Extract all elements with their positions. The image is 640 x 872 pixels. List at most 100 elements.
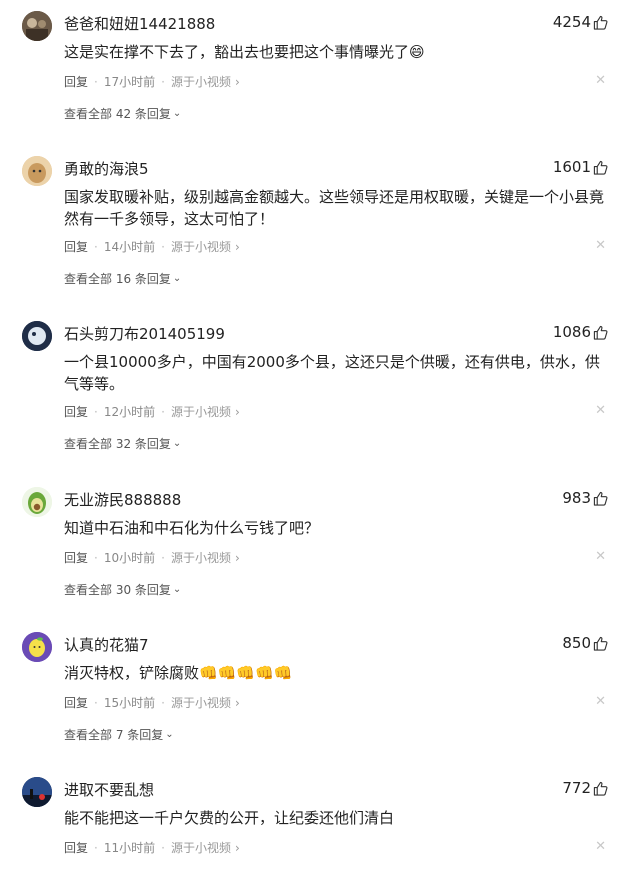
comment-meta: 回复 · 10小时前 · 源于小视频 ›	[64, 549, 240, 566]
comment-time: 14小时前	[103, 240, 156, 254]
separator-dot: ·	[94, 239, 98, 254]
reply-button[interactable]: 回复	[64, 238, 88, 255]
avatar[interactable]	[22, 777, 52, 807]
view-replies-button[interactable]: 查看全部 32 条回复 ⌄	[64, 435, 181, 452]
thumbs-up-icon	[593, 781, 608, 796]
comment-meta: 回复 · 12小时前 · 源于小视频 ›	[64, 403, 240, 420]
chevron-right-icon: ›	[234, 74, 240, 89]
like-count: 4254	[552, 13, 591, 31]
reply-button[interactable]: 回复	[64, 549, 88, 566]
chevron-right-icon: ›	[234, 695, 240, 710]
avatar[interactable]	[22, 632, 52, 662]
thumbs-up-icon	[593, 491, 608, 506]
view-replies-button[interactable]: 查看全部 7 条回复 ⌄	[64, 726, 174, 743]
separator-dot: ·	[161, 550, 165, 565]
separator-dot: ·	[94, 550, 98, 565]
separator-dot: ·	[94, 840, 98, 855]
like-button[interactable]: 850	[562, 634, 608, 652]
view-replies-button[interactable]: 查看全部 30 条回复 ⌄	[64, 581, 181, 598]
close-icon[interactable]: ✕	[595, 839, 606, 854]
chevron-down-icon: ⌄	[172, 273, 182, 284]
username[interactable]: 爸爸和妞妞14421888	[64, 13, 215, 34]
comment-text: 一个县10000多户，中国有2000多个县，这还只是个供暖，还有供电，供水，供气…	[64, 353, 600, 393]
source-link[interactable]: 源于小视频	[171, 549, 231, 566]
username[interactable]: 勇敢的海浪5	[64, 158, 149, 179]
separator-dot: ·	[161, 695, 165, 710]
thumbs-up-icon	[593, 636, 608, 651]
comment-meta: 回复 · 15小时前 · 源于小视频 ›	[64, 694, 240, 711]
reply-button[interactable]: 回复	[64, 403, 88, 420]
user-photo-icon	[22, 777, 52, 807]
chevron-right-icon: ›	[234, 404, 240, 419]
chevron-right-icon: ›	[234, 840, 240, 855]
like-count: 1601	[552, 158, 591, 176]
close-icon[interactable]: ✕	[595, 73, 606, 88]
source-link[interactable]: 源于小视频	[171, 238, 231, 255]
reply-button[interactable]: 回复	[64, 839, 88, 856]
comment-text: 这是实在撑不下去了，豁出去也要把这个事情曝光了😄	[64, 43, 425, 61]
view-replies-button[interactable]: 查看全部 16 条回复 ⌄	[64, 270, 181, 287]
close-icon[interactable]: ✕	[595, 403, 606, 418]
source-link[interactable]: 源于小视频	[171, 403, 231, 420]
source-link[interactable]: 源于小视频	[171, 839, 231, 856]
lemon-icon	[22, 632, 52, 662]
thumbs-up-icon	[593, 325, 608, 340]
chevron-down-icon: ⌄	[172, 438, 182, 449]
comment-time: 10小时前	[103, 551, 156, 565]
comment-time: 12小时前	[103, 405, 156, 419]
separator-dot: ·	[161, 239, 165, 254]
chevron-down-icon: ⌄	[165, 729, 174, 740]
comment-text: 消灭特权，铲除腐败👊👊👊👊👊	[64, 664, 293, 682]
thumbs-up-icon	[593, 160, 608, 175]
like-button[interactable]: 772	[562, 779, 608, 797]
user-photo-icon	[22, 321, 52, 351]
user-photo-icon	[22, 156, 52, 186]
username[interactable]: 无业游民888888	[64, 489, 181, 510]
separator-dot: ·	[161, 840, 165, 855]
comment-time: 17小时前	[103, 75, 156, 89]
view-replies-label: 查看全部 16 条回复	[64, 272, 171, 286]
like-button[interactable]: 1601	[553, 158, 608, 176]
separator-dot: ·	[161, 74, 165, 89]
comment-time: 15小时前	[103, 696, 156, 710]
like-button[interactable]: 983	[562, 489, 608, 507]
separator-dot: ·	[94, 74, 98, 89]
username[interactable]: 认真的花猫7	[64, 634, 149, 655]
username[interactable]: 石头剪刀布201405199	[64, 323, 225, 344]
view-replies-label: 查看全部 32 条回复	[64, 437, 171, 451]
chevron-down-icon: ⌄	[172, 108, 182, 119]
comment-text: 知道中石油和中石化为什么亏钱了吧？	[64, 519, 320, 537]
chevron-right-icon: ›	[234, 239, 240, 254]
like-count: 983	[562, 489, 591, 507]
view-replies-label: 查看全部 7 条回复	[64, 728, 164, 742]
user-photo-icon	[22, 11, 52, 41]
like-count: 850	[562, 634, 591, 652]
like-count: 772	[562, 779, 591, 797]
view-replies-label: 查看全部 42 条回复	[64, 107, 171, 121]
comment-text: 能不能把这一千户欠费的公开，让纪委还他们清白	[64, 809, 395, 827]
close-icon[interactable]: ✕	[595, 694, 606, 709]
separator-dot: ·	[94, 404, 98, 419]
avatar[interactable]	[22, 321, 52, 351]
close-icon[interactable]: ✕	[595, 549, 606, 564]
username[interactable]: 进取不要乱想	[64, 779, 154, 800]
separator-dot: ·	[161, 404, 165, 419]
view-replies-button[interactable]: 查看全部 42 条回复 ⌄	[64, 105, 181, 122]
comment-meta: 回复 · 14小时前 · 源于小视频 ›	[64, 238, 240, 255]
avatar[interactable]	[22, 487, 52, 517]
separator-dot: ·	[94, 695, 98, 710]
chevron-down-icon: ⌄	[172, 584, 182, 595]
comment-time: 11小时前	[103, 841, 156, 855]
avatar[interactable]	[22, 11, 52, 41]
close-icon[interactable]: ✕	[595, 238, 606, 253]
avatar[interactable]	[22, 156, 52, 186]
source-link[interactable]: 源于小视频	[171, 694, 231, 711]
comment-text: 国家发取暖补贴，级别越高金额越大。这些领导还是用权取暖，关键是一个小县竟然有一千…	[64, 188, 605, 228]
reply-button[interactable]: 回复	[64, 73, 88, 90]
source-link[interactable]: 源于小视频	[171, 73, 231, 90]
like-count: 1086	[552, 323, 591, 341]
like-button[interactable]: 4254	[553, 13, 608, 31]
reply-button[interactable]: 回复	[64, 694, 88, 711]
like-button[interactable]: 1086	[553, 323, 608, 341]
thumbs-up-icon	[593, 15, 608, 30]
